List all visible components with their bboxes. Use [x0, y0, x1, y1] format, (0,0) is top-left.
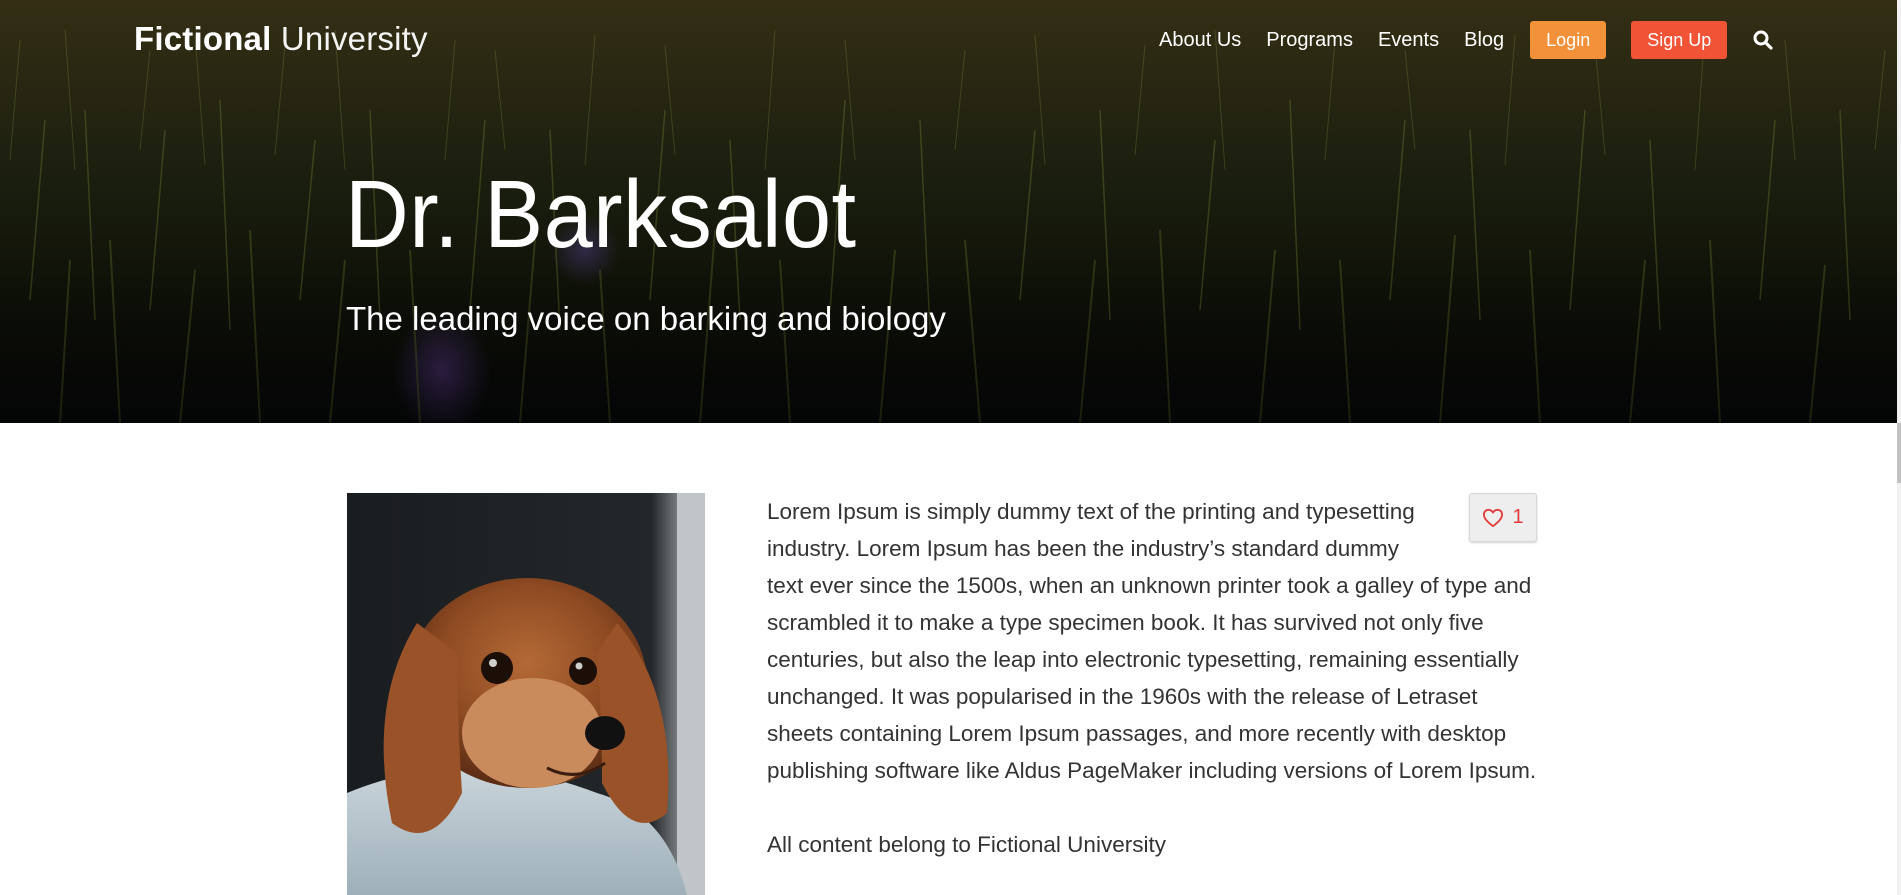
site-logo[interactable]: Fictional University [134, 20, 428, 58]
like-button[interactable]: 1 [1469, 493, 1537, 542]
bio-footer-text: All content belong to Fictional Universi… [767, 832, 1166, 857]
scrollbar-thumb[interactable] [1897, 423, 1901, 483]
banner-overlay [0, 0, 1897, 423]
page-banner: Fictional University About Us Programs E… [0, 0, 1897, 423]
professor-page: Fictional University About Us Programs E… [0, 0, 1901, 895]
like-count: 1 [1512, 506, 1524, 528]
dog-photo [347, 493, 705, 895]
logo-bold-text: Fictional [134, 20, 272, 57]
page-subtitle: The leading voice on barking and biology [346, 300, 946, 337]
nav-events[interactable]: Events [1378, 29, 1439, 52]
nav-blog[interactable]: Blog [1464, 29, 1504, 52]
logo-light-text: University [280, 20, 428, 57]
professor-bio: 1 Lorem Ipsum is simply dummy text of th… [767, 493, 1537, 863]
main-navigation: About Us Programs Events Blog Login Sign… [1159, 21, 1775, 59]
heart-icon [1482, 508, 1504, 528]
nav-programs[interactable]: Programs [1266, 29, 1353, 52]
search-icon[interactable] [1751, 28, 1775, 52]
page-title: Dr. Barksalot [345, 161, 857, 268]
sign-up-button[interactable]: Sign Up [1631, 21, 1728, 59]
bio-paragraph: Lorem Ipsum is simply dummy text of the … [767, 499, 1537, 783]
login-button[interactable]: Login [1530, 21, 1607, 59]
professor-photo [347, 493, 705, 895]
nav-about-us[interactable]: About Us [1159, 29, 1241, 52]
scrollbar[interactable] [1897, 0, 1901, 895]
